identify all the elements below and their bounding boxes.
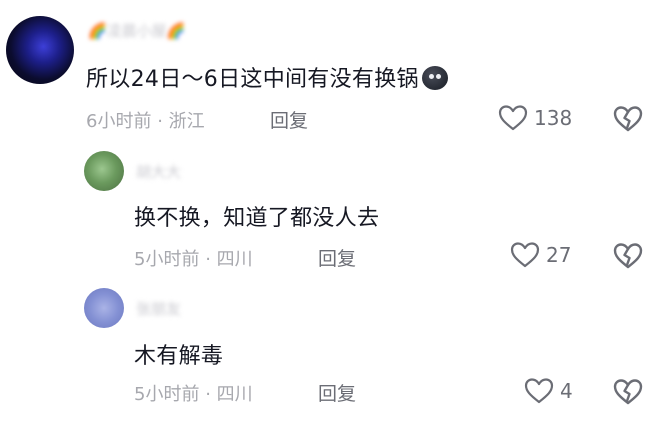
like-count: 4 (560, 379, 573, 403)
comment-time: 5小时前 (134, 384, 200, 405)
comment-meta: 6小时前 · 浙江 (86, 107, 205, 133)
heart-outline-icon (510, 242, 540, 268)
comment-meta: 5小时前 · 四川 (134, 380, 253, 406)
heart-outline-icon (524, 378, 554, 404)
comment-location: 四川 (216, 249, 253, 270)
like-button[interactable]: 27 (510, 241, 571, 269)
dark-blob-emoji (421, 66, 448, 90)
username[interactable]: 🌈凌晨小屋🌈 (88, 20, 185, 41)
heart-outline-icon (498, 105, 528, 131)
like-button[interactable]: 138 (498, 104, 572, 132)
comment-text-content: 所以24日～6日这中间有没有换锅 (86, 67, 419, 92)
reply-button[interactable]: 回复 (318, 379, 356, 406)
broken-heart-icon (613, 379, 643, 405)
comment-time: 6小时前 (86, 111, 152, 132)
comment-location: 四川 (216, 384, 253, 405)
username[interactable]: 张朋友 (136, 298, 181, 319)
meta-separator: · (205, 384, 211, 405)
comment-time: 5小时前 (134, 249, 200, 270)
broken-heart-icon (613, 243, 643, 269)
like-count: 27 (546, 243, 572, 267)
comment-text: 木有解毒 (134, 344, 224, 369)
reply-button[interactable]: 回复 (270, 106, 308, 133)
avatar[interactable] (84, 288, 124, 328)
meta-separator: · (157, 111, 163, 132)
reply-button[interactable]: 回复 (318, 244, 356, 271)
avatar[interactable] (6, 16, 74, 84)
dislike-button[interactable] (612, 377, 644, 411)
comment-location: 浙江 (168, 111, 205, 132)
comment-text: 换不换，知道了都没人去 (134, 206, 380, 231)
comment-meta: 5小时前 · 四川 (134, 245, 253, 271)
like-button[interactable]: 4 (524, 377, 573, 405)
comment-text: 所以24日～6日这中间有没有换锅 (86, 61, 448, 93)
dislike-button[interactable] (612, 104, 644, 138)
dislike-button[interactable] (612, 241, 644, 275)
username[interactable]: 胡大大 (136, 161, 181, 182)
avatar[interactable] (84, 151, 124, 191)
like-count: 138 (534, 106, 573, 130)
meta-separator: · (205, 249, 211, 270)
broken-heart-icon (613, 106, 643, 132)
